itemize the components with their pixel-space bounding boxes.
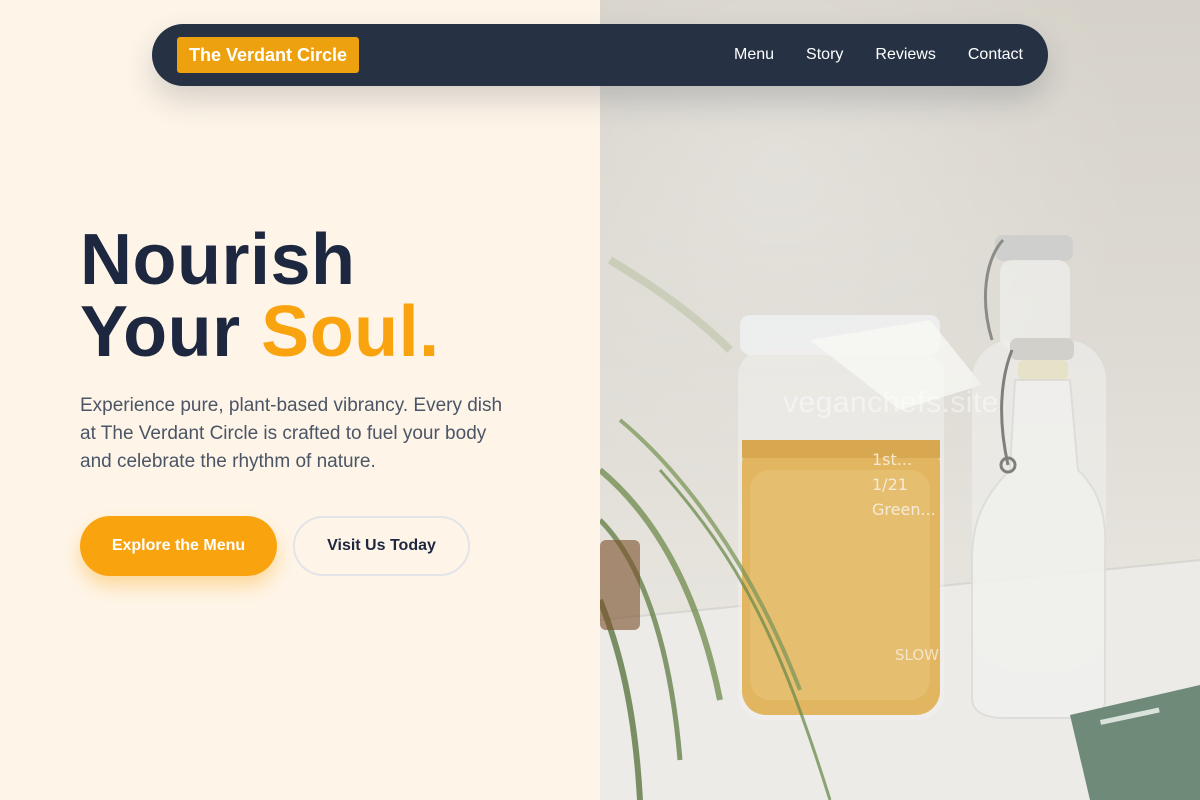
hero-headline: Nourish Your Soul. bbox=[80, 224, 440, 368]
watermark: veganchefs.site bbox=[783, 386, 999, 419]
visit-us-button[interactable]: Visit Us Today bbox=[293, 516, 470, 576]
nav-link-contact[interactable]: Contact bbox=[968, 46, 1023, 64]
plant-pot bbox=[600, 540, 640, 630]
brand-logo[interactable]: The Verdant Circle bbox=[177, 37, 360, 73]
hero-subtext: Experience pure, plant-based vibrancy. E… bbox=[80, 395, 503, 472]
svg-text:1/21: 1/21 bbox=[872, 475, 908, 494]
explore-menu-button[interactable]: Explore the Menu bbox=[80, 516, 277, 576]
svg-text:Green...: Green... bbox=[872, 500, 936, 519]
headline-line-1: Nourish bbox=[80, 220, 356, 300]
svg-text:1st...: 1st... bbox=[872, 450, 912, 469]
nav-link-story[interactable]: Story bbox=[806, 46, 843, 64]
nav-link-menu[interactable]: Menu bbox=[734, 46, 774, 64]
headline-line-2-prefix: Your bbox=[80, 292, 262, 372]
nav-link-reviews[interactable]: Reviews bbox=[875, 46, 935, 64]
top-navbar: The Verdant Circle Menu Story Reviews Co… bbox=[152, 24, 1048, 86]
headline-accent: Soul. bbox=[261, 292, 440, 372]
hero-photo: 1st... 1/21 Green... SLOW veganchefs.sit… bbox=[600, 0, 1200, 800]
nav-links: Menu Story Reviews Contact bbox=[734, 24, 1023, 86]
svg-text:SLOW: SLOW bbox=[895, 646, 939, 664]
